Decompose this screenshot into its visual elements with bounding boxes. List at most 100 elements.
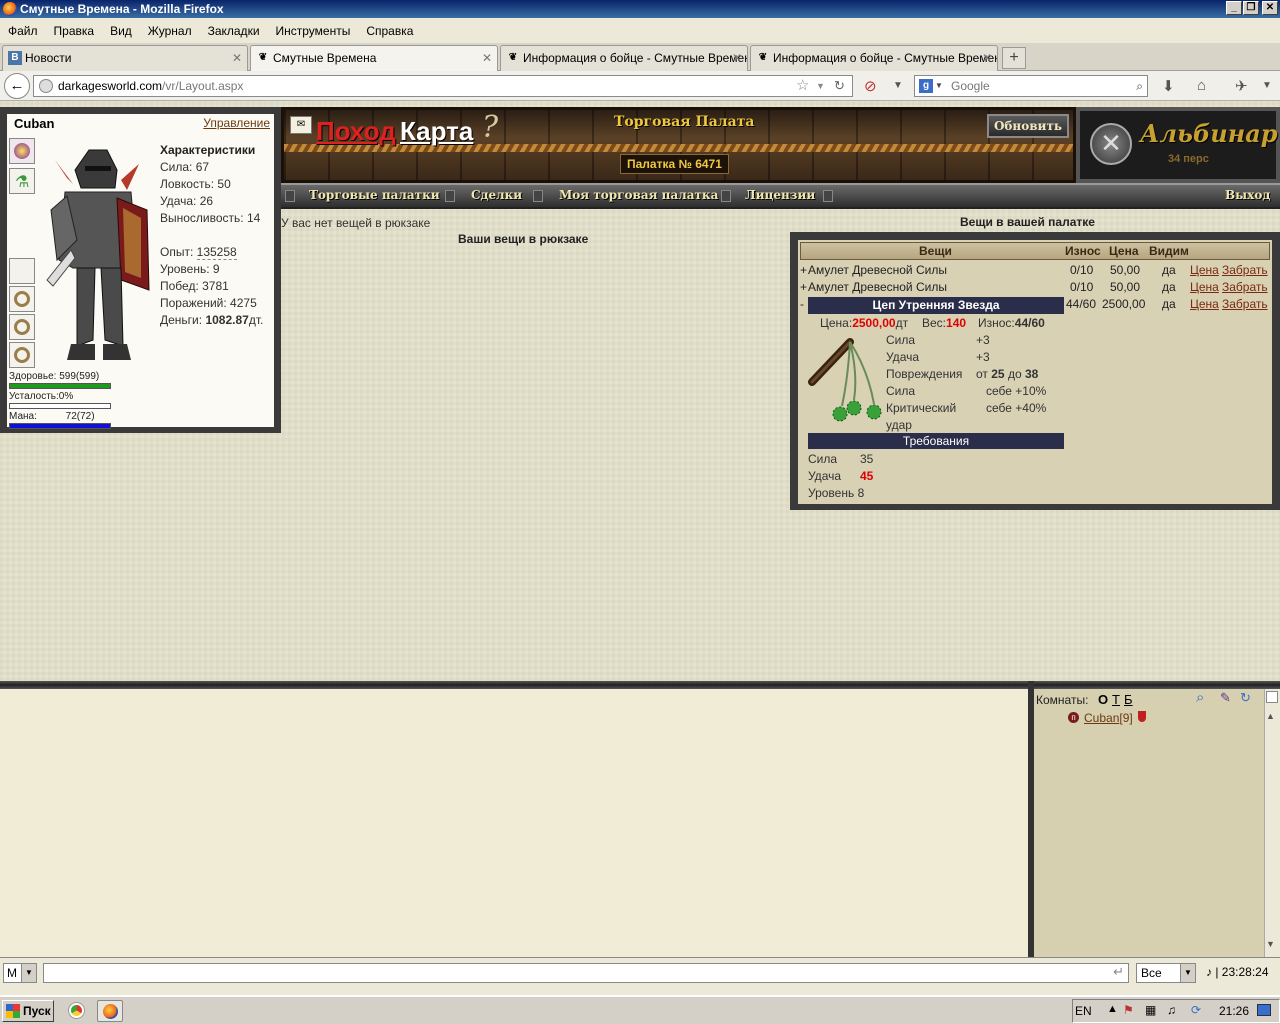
take-back-link[interactable]: Забрать: [1222, 280, 1268, 294]
tab-label: Смутные Времена: [273, 51, 377, 65]
item-name[interactable]: Амулет Древесной Силы: [808, 280, 947, 294]
url-bar[interactable]: darkagesworld.com/vr/Layout.aspx ☆ ▼ ↻: [33, 75, 853, 97]
room-o[interactable]: О: [1098, 692, 1108, 707]
slot-ring-1[interactable]: [9, 286, 35, 312]
letter-icon[interactable]: ✉: [290, 116, 312, 134]
menu-chevron-icon[interactable]: ▼: [1262, 80, 1272, 91]
set-price-link[interactable]: Цена: [1190, 297, 1219, 311]
dropdown-icon[interactable]: ▼: [893, 80, 903, 91]
nav-my-tent[interactable]: Моя торговая палатка: [559, 188, 718, 202]
update-icon[interactable]: ⟳: [1191, 1003, 1201, 1017]
menu-history[interactable]: Журнал: [148, 24, 192, 38]
network-icon[interactable]: ▦: [1145, 1003, 1156, 1017]
taskbar-firefox[interactable]: [97, 1000, 123, 1022]
realm-panel[interactable]: ✕ Альбинар 34 перс: [1076, 107, 1280, 183]
language-indicator[interactable]: EN: [1075, 1004, 1092, 1018]
start-label: Пуск: [23, 1004, 51, 1018]
refresh-icon[interactable]: ↻: [1240, 690, 1251, 706]
refresh-button[interactable]: Обновить: [987, 114, 1069, 138]
tab-close-icon[interactable]: ✕: [982, 46, 992, 70]
tray-clock[interactable]: 21:26: [1219, 1004, 1249, 1018]
slot-empty[interactable]: [9, 258, 35, 284]
manage-link[interactable]: Управление: [203, 116, 270, 130]
show-desktop-icon[interactable]: [1257, 1004, 1271, 1016]
nav-licenses[interactable]: Лицензии: [745, 188, 815, 202]
adblock-icon[interactable]: ⊘: [864, 77, 877, 95]
url-host: darkagesworld.com: [58, 79, 163, 93]
download-icon[interactable]: ⬇: [1162, 77, 1175, 95]
back-button[interactable]: ←: [4, 73, 30, 99]
addon-icon[interactable]: ✈: [1235, 77, 1248, 95]
restore-button[interactable]: ❐: [1243, 1, 1259, 15]
room-t[interactable]: Т: [1112, 692, 1120, 707]
menu-edit[interactable]: Правка: [54, 24, 95, 38]
hike-link[interactable]: Поход: [316, 116, 396, 147]
tab-smutnye-vremena[interactable]: ❦ Смутные Времена ✕: [250, 45, 498, 72]
search-icon[interactable]: ⌕: [1136, 76, 1143, 96]
reload-icon[interactable]: ↻: [834, 76, 845, 96]
slot-ring-2[interactable]: [9, 314, 35, 340]
prop-name: Критический: [886, 401, 957, 415]
music-icon[interactable]: ♪: [1206, 965, 1212, 979]
nav-deals[interactable]: Сделки: [471, 188, 522, 202]
menu-view[interactable]: Вид: [110, 24, 132, 38]
character-figure[interactable]: [37, 140, 159, 366]
search-engine-dropdown-icon[interactable]: ▼: [935, 76, 943, 96]
tab-fighter-info-2[interactable]: ❦ Информация о бойце - Смутные Времена ✕: [750, 45, 998, 71]
user-link[interactable]: Cuban[9]: [1084, 711, 1133, 725]
taskbar-chrome[interactable]: [64, 1000, 90, 1022]
slot-ring-3[interactable]: [9, 342, 35, 368]
tab-close-icon[interactable]: ✕: [482, 46, 492, 70]
set-price-link[interactable]: Цена: [1190, 263, 1219, 277]
exit-link[interactable]: Выход: [1225, 188, 1270, 202]
tab-close-icon[interactable]: ✕: [732, 46, 742, 70]
search-icon[interactable]: ⌕: [1196, 689, 1204, 706]
tab-news[interactable]: В Новости ✕: [2, 45, 248, 71]
search-input[interactable]: g ▼ Google ⌕: [914, 75, 1148, 97]
map-link[interactable]: Карта: [400, 116, 473, 147]
menu-file[interactable]: Файл: [8, 24, 38, 38]
url-dropdown-icon[interactable]: ▼: [816, 76, 825, 96]
chat-filter-select[interactable]: Все ▼: [1136, 963, 1196, 983]
nav-trade-tents[interactable]: Торговые палатки: [309, 188, 440, 202]
home-icon[interactable]: ⌂: [1197, 77, 1206, 94]
menu-help[interactable]: Справка: [366, 24, 413, 38]
item-visible: да: [1162, 280, 1176, 294]
tab-fighter-info-1[interactable]: ❦ Информация о бойце - Смутные Времена ✕: [500, 45, 748, 71]
tab-label: Информация о бойце - Смутные Времена: [773, 51, 998, 65]
chat-input[interactable]: ↵: [43, 963, 1129, 983]
room-b[interactable]: Б: [1124, 692, 1133, 707]
character-name[interactable]: Cuban: [14, 116, 54, 131]
volume-icon[interactable]: ♫: [1167, 1003, 1176, 1017]
collapse-toggle[interactable]: -: [800, 297, 804, 311]
tray-arrow-icon[interactable]: ▲: [1107, 1003, 1118, 1015]
start-button[interactable]: Пуск: [2, 1000, 54, 1022]
expand-toggle[interactable]: +: [800, 280, 807, 294]
chat-mode-select[interactable]: М ▼: [3, 963, 37, 983]
slot-amulet[interactable]: [9, 138, 35, 164]
help-icon[interactable]: ?: [482, 110, 498, 145]
take-back-link[interactable]: Забрать: [1222, 297, 1268, 311]
table-header: Вещи Износ Цена Видим: [800, 242, 1270, 260]
chat-divider[interactable]: [0, 681, 1280, 689]
menu-tools[interactable]: Инструменты: [276, 24, 351, 38]
room-checkbox[interactable]: [1266, 691, 1278, 703]
scroll-up-icon[interactable]: ▲: [1266, 711, 1275, 721]
chat-messages[interactable]: [0, 689, 1028, 957]
set-price-link[interactable]: Цена: [1190, 280, 1219, 294]
room-scrollbar[interactable]: ▲ ▼: [1264, 689, 1280, 957]
expand-toggle[interactable]: +: [800, 263, 807, 277]
enter-icon[interactable]: ↵: [1113, 964, 1124, 980]
minimize-button[interactable]: _: [1226, 1, 1242, 15]
scroll-down-icon[interactable]: ▼: [1266, 939, 1275, 949]
flag-icon[interactable]: ⚑: [1123, 1003, 1134, 1017]
close-button[interactable]: ✕: [1262, 1, 1278, 15]
tab-close-icon[interactable]: ✕: [232, 46, 242, 70]
menu-bookmarks[interactable]: Закладки: [208, 24, 260, 38]
bookmark-star-icon[interactable]: ☆: [796, 76, 809, 96]
item-name[interactable]: Амулет Древесной Силы: [808, 263, 947, 277]
edit-icon[interactable]: ✎: [1220, 690, 1231, 706]
slot-potion[interactable]: ⚗: [9, 168, 35, 194]
take-back-link[interactable]: Забрать: [1222, 263, 1268, 277]
new-tab-button[interactable]: +: [1002, 47, 1026, 69]
